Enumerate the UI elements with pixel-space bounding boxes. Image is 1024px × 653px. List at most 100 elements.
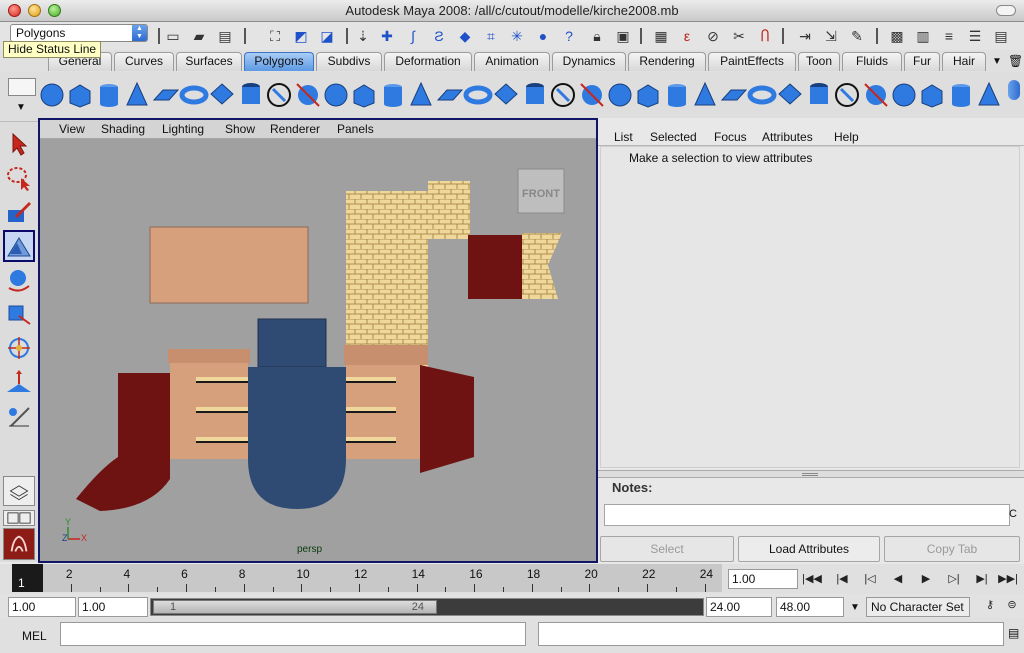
shelf-menu-arrow-icon[interactable]: ▼	[992, 56, 1002, 67]
snap-surface-icon[interactable]: ◆	[456, 27, 474, 45]
viewport-menu-shading[interactable]: Shading	[101, 122, 145, 136]
quadrangulate-icon[interactable]	[860, 78, 892, 112]
nave-top-left[interactable]	[168, 349, 250, 363]
clapper-icon[interactable]: ▥	[914, 27, 932, 45]
tower-wall[interactable]	[346, 191, 428, 367]
poly-prism-icon[interactable]	[206, 78, 238, 112]
status-divider[interactable]	[876, 28, 878, 44]
viewport-menu-show[interactable]: Show	[225, 122, 255, 136]
range-end-field[interactable]: 24.00	[706, 597, 772, 617]
new-scene-icon[interactable]: ▭	[164, 27, 182, 45]
attr-menu-focus[interactable]: Focus	[714, 130, 747, 144]
render-settings-icon[interactable]: ⊘	[704, 27, 722, 45]
range-slider-bar[interactable]: 1 24	[150, 598, 704, 616]
extrude-icon[interactable]	[434, 78, 466, 112]
start-time-field[interactable]: 1.00	[8, 597, 76, 617]
viewport-menu-renderer[interactable]: Renderer	[270, 122, 320, 136]
tower-top[interactable]	[428, 181, 470, 239]
open-scene-icon[interactable]: ▰	[190, 27, 208, 45]
poly-plane-icon[interactable]	[150, 78, 182, 112]
step-forward-frame-icon[interactable]: ▶|	[972, 571, 992, 587]
merge-vertices-icon[interactable]	[661, 78, 693, 112]
tab-dynamics[interactable]: Dynamics	[552, 52, 626, 71]
range-slider-thumb[interactable]: 1 24	[153, 600, 437, 614]
scene-view[interactable]: FRONT X Y Z	[40, 139, 596, 561]
channel-box-icon[interactable]: ☰	[966, 27, 984, 45]
play-forwards-icon[interactable]: ▶	[916, 571, 936, 587]
save-scene-icon[interactable]: ▤	[216, 27, 234, 45]
layer-layout-icon[interactable]	[3, 476, 35, 506]
live-icon[interactable]: ✳	[508, 27, 526, 45]
character-set-field[interactable]: No Character Set	[866, 597, 970, 617]
load-attributes-button[interactable]: Load Attributes	[738, 536, 880, 562]
pane-splitter[interactable]	[598, 470, 1024, 478]
snap-point-icon[interactable]: Ƨ	[430, 27, 448, 45]
view-cube[interactable]: FRONT	[517, 168, 565, 214]
notes-scroll-icon[interactable]: C	[1006, 504, 1020, 526]
viewport-menu-view[interactable]: View	[59, 122, 85, 136]
rotate-tool-icon[interactable]	[3, 264, 35, 296]
go-to-end-icon[interactable]: ▶▶|	[998, 571, 1018, 587]
render-view-icon[interactable]: ✂	[730, 27, 748, 45]
tab-toon[interactable]: Toon	[798, 52, 840, 71]
split-polygon-icon[interactable]	[519, 78, 551, 112]
scale-tool-icon[interactable]	[3, 298, 35, 330]
wedge-icon[interactable]	[689, 78, 721, 112]
poly-torus-icon[interactable]	[178, 78, 210, 112]
select-tool-icon[interactable]	[3, 128, 35, 160]
time-slider-track[interactable]: 1 2 4 6 8 10 12 14 16 18 20 22 24	[12, 564, 722, 592]
triangulate-icon[interactable]	[831, 78, 863, 112]
current-time-field[interactable]: 1.00	[728, 569, 798, 589]
bridge-icon[interactable]	[462, 78, 494, 112]
tower-red-roof[interactable]	[468, 235, 522, 299]
poly-sphere-icon[interactable]	[36, 78, 68, 112]
shelf-options-arrow-icon[interactable]: ▼	[16, 102, 26, 113]
shelf-scroll-button[interactable]	[1008, 80, 1020, 100]
tab-surfaces[interactable]: Surfaces	[176, 52, 242, 71]
status-divider[interactable]	[782, 28, 784, 44]
cleanup-icon[interactable]	[803, 78, 835, 112]
construction-history-icon[interactable]: ▣	[614, 27, 632, 45]
viewport-menu-lighting[interactable]: Lighting	[162, 122, 204, 136]
soft-mod-tool-icon[interactable]	[3, 366, 35, 398]
uv-editor-icon[interactable]	[945, 78, 977, 112]
animation-prefs-icon[interactable]: ⊜	[1002, 597, 1022, 613]
snap-curve-icon[interactable]: ∫	[404, 27, 422, 45]
mel-label[interactable]: MEL	[22, 629, 47, 643]
shelf-options-box[interactable]	[8, 78, 36, 96]
poly-cylinder-icon[interactable]	[93, 78, 125, 112]
attr-menu-selected[interactable]: Selected	[650, 130, 697, 144]
tab-fluids[interactable]: Fluids	[842, 52, 902, 71]
reduce-icon[interactable]	[774, 78, 806, 112]
maya-logo-icon[interactable]	[3, 528, 35, 560]
poly-helix-icon[interactable]	[263, 78, 295, 112]
tower-roof-bricks[interactable]	[522, 233, 562, 299]
duplicate-face-icon[interactable]	[632, 78, 664, 112]
ipr-icon[interactable]: ε	[678, 27, 696, 45]
step-back-frame-icon[interactable]: |◀	[832, 571, 852, 587]
paint-select-tool-icon[interactable]	[3, 196, 35, 228]
notes-field[interactable]	[604, 504, 1010, 526]
panel-layout-icon[interactable]	[3, 510, 35, 526]
offset-edge-loop-icon[interactable]	[576, 78, 608, 112]
tab-polygons[interactable]: Polygons	[244, 52, 314, 71]
input-line-icon[interactable]: ⇥	[796, 27, 814, 45]
sculpt-icon[interactable]	[888, 78, 920, 112]
smooth-icon[interactable]	[377, 78, 409, 112]
bevel-icon[interactable]	[405, 78, 437, 112]
viewport-menu-panels[interactable]: Panels	[337, 122, 374, 136]
attr-menu-help[interactable]: Help	[834, 130, 859, 144]
tab-animation[interactable]: Animation	[474, 52, 550, 71]
select-button[interactable]: Select	[600, 536, 734, 562]
status-divider[interactable]	[158, 28, 160, 44]
tab-subdivs[interactable]: Subdivs	[316, 52, 382, 71]
select-component-icon[interactable]: ◪	[318, 27, 336, 45]
step-back-key-icon[interactable]: |◁	[860, 571, 880, 587]
attribute-editor-toggle-icon[interactable]: ▤	[992, 27, 1010, 45]
combine-icon[interactable]	[320, 78, 352, 112]
poly-cube-icon[interactable]	[64, 78, 96, 112]
script-editor-icon[interactable]: ▤	[1008, 626, 1019, 640]
tab-rendering[interactable]: Rendering	[628, 52, 706, 71]
nave-top-right[interactable]	[344, 345, 428, 365]
show-manipulator-icon[interactable]	[3, 400, 35, 432]
